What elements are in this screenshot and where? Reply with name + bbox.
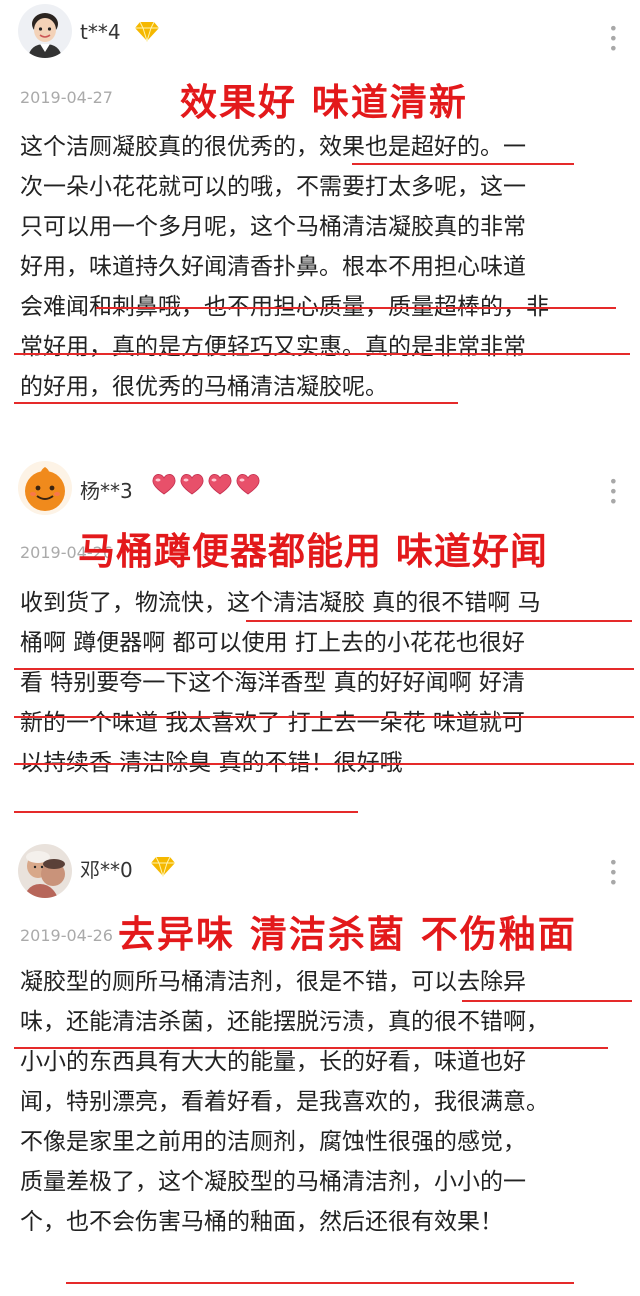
- review-card: 邓**0 • • • 2019-04-26 去异味 清洁杀菌 不伤釉面 凝胶型的厕所…: [0, 840, 640, 1296]
- highlight-underline: [14, 1047, 608, 1049]
- review-headline: 去异味 清洁杀菌 不伤釉面: [118, 913, 577, 956]
- highlight-underline: [14, 353, 630, 355]
- highlight-underline: [96, 307, 616, 309]
- highlight-underline: [66, 1282, 574, 1284]
- review-date: 2019-04-26: [20, 926, 113, 945]
- review-text-line: 收到货了，物流快，这个清洁凝胶 真的很不错啊 马: [20, 590, 541, 616]
- review-text-line: 质量差极了，这个凝胶型的马桶清洁剂，小小的一: [20, 1169, 526, 1195]
- review-text-line: 的好用，很优秀的马桶清洁凝胶呢。: [20, 374, 388, 400]
- highlight-underline: [14, 763, 634, 765]
- highlight-underline: [462, 1000, 632, 1002]
- review-text-line: 味，还能清洁杀菌，还能摆脱污渍，真的很不错啊，: [20, 1009, 549, 1035]
- more-dots-icon[interactable]: • • •: [609, 855, 618, 891]
- diamond-icon: [134, 20, 160, 46]
- review-text-line: 次一朵小花花就可以的哦，不需要打太多呢，这一: [20, 174, 526, 200]
- review-text: 凝胶型的厕所马桶清洁剂，很是不错，可以去除异 味，还能清洁杀菌，还能摆脱污渍，真…: [20, 962, 630, 1242]
- highlight-underline: [352, 163, 574, 165]
- review-text: 收到货了，物流快，这个清洁凝胶 真的很不错啊 马 桶啊 蹲便器啊 都可以使用 打…: [20, 583, 630, 783]
- avatar[interactable]: [18, 461, 72, 515]
- review-text-line: 常好用，真的是方便轻巧又实惠。真的是非常非常: [20, 334, 526, 360]
- heart-icon: [150, 472, 262, 500]
- review-text-line: 新的一个味道 我太喜欢了 打上去一朵花 味道就可: [20, 710, 525, 736]
- review-text-line: 好用，味道持久好闻清香扑鼻。根本不用担心味道: [20, 254, 526, 280]
- review-date: 2019-04-27: [20, 88, 113, 107]
- highlight-underline: [14, 668, 634, 670]
- review-card: t**4 • • • 2019-04-27 效果好 味道清新 这个洁厕凝胶真的很优秀…: [0, 0, 640, 455]
- review-text-line: 不像是家里之前用的洁厕剂，腐蚀性很强的感觉，: [20, 1129, 526, 1155]
- review-headline: 马桶蹲便器都能用 味道好闻: [78, 530, 548, 573]
- review-text-line: 个，也不会伤害马桶的釉面，然后还很有效果！: [20, 1209, 503, 1235]
- avatar[interactable]: [18, 4, 72, 58]
- more-dots-icon[interactable]: • • •: [609, 21, 618, 57]
- review-text-line: 闻，特别漂亮，看着好看，是我喜欢的，我很满意。: [20, 1089, 549, 1115]
- review-text: 这个洁厕凝胶真的很优秀的，效果也是超好的。一 次一朵小花花就可以的哦，不需要打太…: [20, 127, 630, 407]
- review-text-line: 凝胶型的厕所马桶清洁剂，很是不错，可以去除异: [20, 969, 526, 995]
- more-dots-icon[interactable]: • • •: [609, 474, 618, 510]
- highlight-underline: [14, 402, 458, 404]
- diamond-icon: [150, 855, 176, 881]
- highlight-underline: [246, 620, 632, 622]
- highlight-underline: [14, 716, 634, 718]
- review-headline: 效果好 味道清新: [180, 81, 468, 124]
- review-card: 杨**3 • • • 2019-04-26 马桶蹲便器都能用 味道好闻 收到货了，物…: [0, 455, 640, 840]
- avatar[interactable]: [18, 844, 72, 898]
- username[interactable]: t**4: [80, 20, 121, 44]
- highlight-underline: [14, 811, 358, 813]
- review-text-line: 只可以用一个多月呢，这个马桶清洁凝胶真的非常: [20, 214, 526, 240]
- review-text-line: 这个洁厕凝胶真的很优秀的，效果也是超好的。一: [20, 134, 526, 160]
- review-text-line: 桶啊 蹲便器啊 都可以使用 打上去的小花花也很好: [20, 630, 525, 656]
- username[interactable]: 杨**3: [80, 475, 133, 504]
- username[interactable]: 邓**0: [80, 854, 133, 883]
